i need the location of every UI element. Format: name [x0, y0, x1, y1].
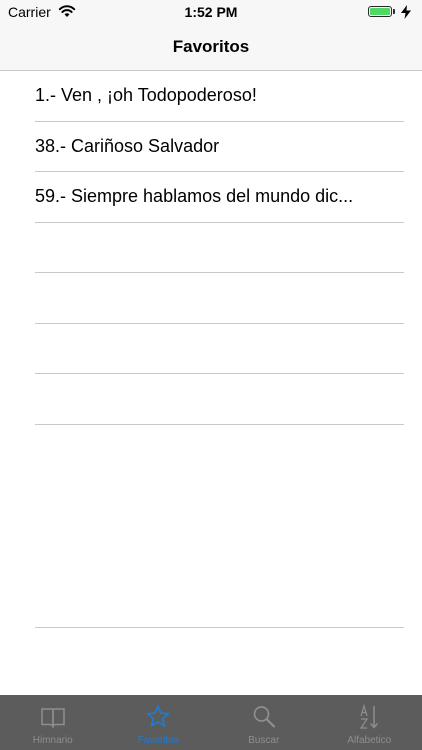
empty-row [35, 223, 404, 273]
empty-row [35, 374, 404, 425]
charging-bolt-icon [401, 5, 411, 19]
empty-row [35, 324, 404, 374]
tab-alfabetico[interactable]: Alfabetico [317, 695, 422, 750]
battery-icon [368, 6, 392, 17]
list-item-label: 38.- Cariñoso Salvador [35, 135, 220, 156]
tab-label: Favoritos [137, 735, 179, 746]
status-bar: Carrier 1:52 PM [0, 0, 422, 24]
search-icon [253, 706, 275, 728]
tab-himnario[interactable]: Himnario [0, 695, 106, 750]
screen: Carrier 1:52 PM Favoritos 1.- Ven , ¡oh … [0, 0, 422, 750]
battery-fill [370, 8, 390, 15]
status-time: 1:52 PM [184, 4, 238, 20]
separator-line [35, 627, 404, 628]
list-item-label: 1.- Ven , ¡oh Todopoderoso! [35, 85, 257, 105]
page-title: Favoritos [172, 37, 250, 56]
tab-favoritos[interactable]: Favoritos [106, 695, 212, 750]
list-item[interactable]: 1.- Ven , ¡oh Todopoderoso! [35, 71, 404, 122]
book-icon [41, 708, 65, 729]
tab-label: Alfabetico [347, 735, 392, 746]
list-item[interactable]: 38.- Cariñoso Salvador [35, 122, 404, 172]
list-item[interactable]: 59.- Siempre hablamos del mundo dic... [35, 172, 404, 223]
battery-tip [393, 9, 395, 14]
navigation-bar: Favoritos [0, 24, 422, 71]
tab-label: Buscar [248, 735, 280, 746]
list-item-label: 59.- Siempre hablamos del mundo dic... [35, 186, 354, 206]
tab-label: Himnario [32, 735, 73, 746]
alphabetical-sort-icon [360, 703, 379, 729]
star-icon [146, 705, 170, 727]
tab-buscar[interactable]: Buscar [211, 695, 317, 750]
favorites-list: 1.- Ven , ¡oh Todopoderoso! 38.- Cariños… [0, 71, 422, 425]
empty-row [35, 273, 404, 324]
tab-bar: Himnario Favoritos Buscar Alfabetico [0, 695, 422, 750]
